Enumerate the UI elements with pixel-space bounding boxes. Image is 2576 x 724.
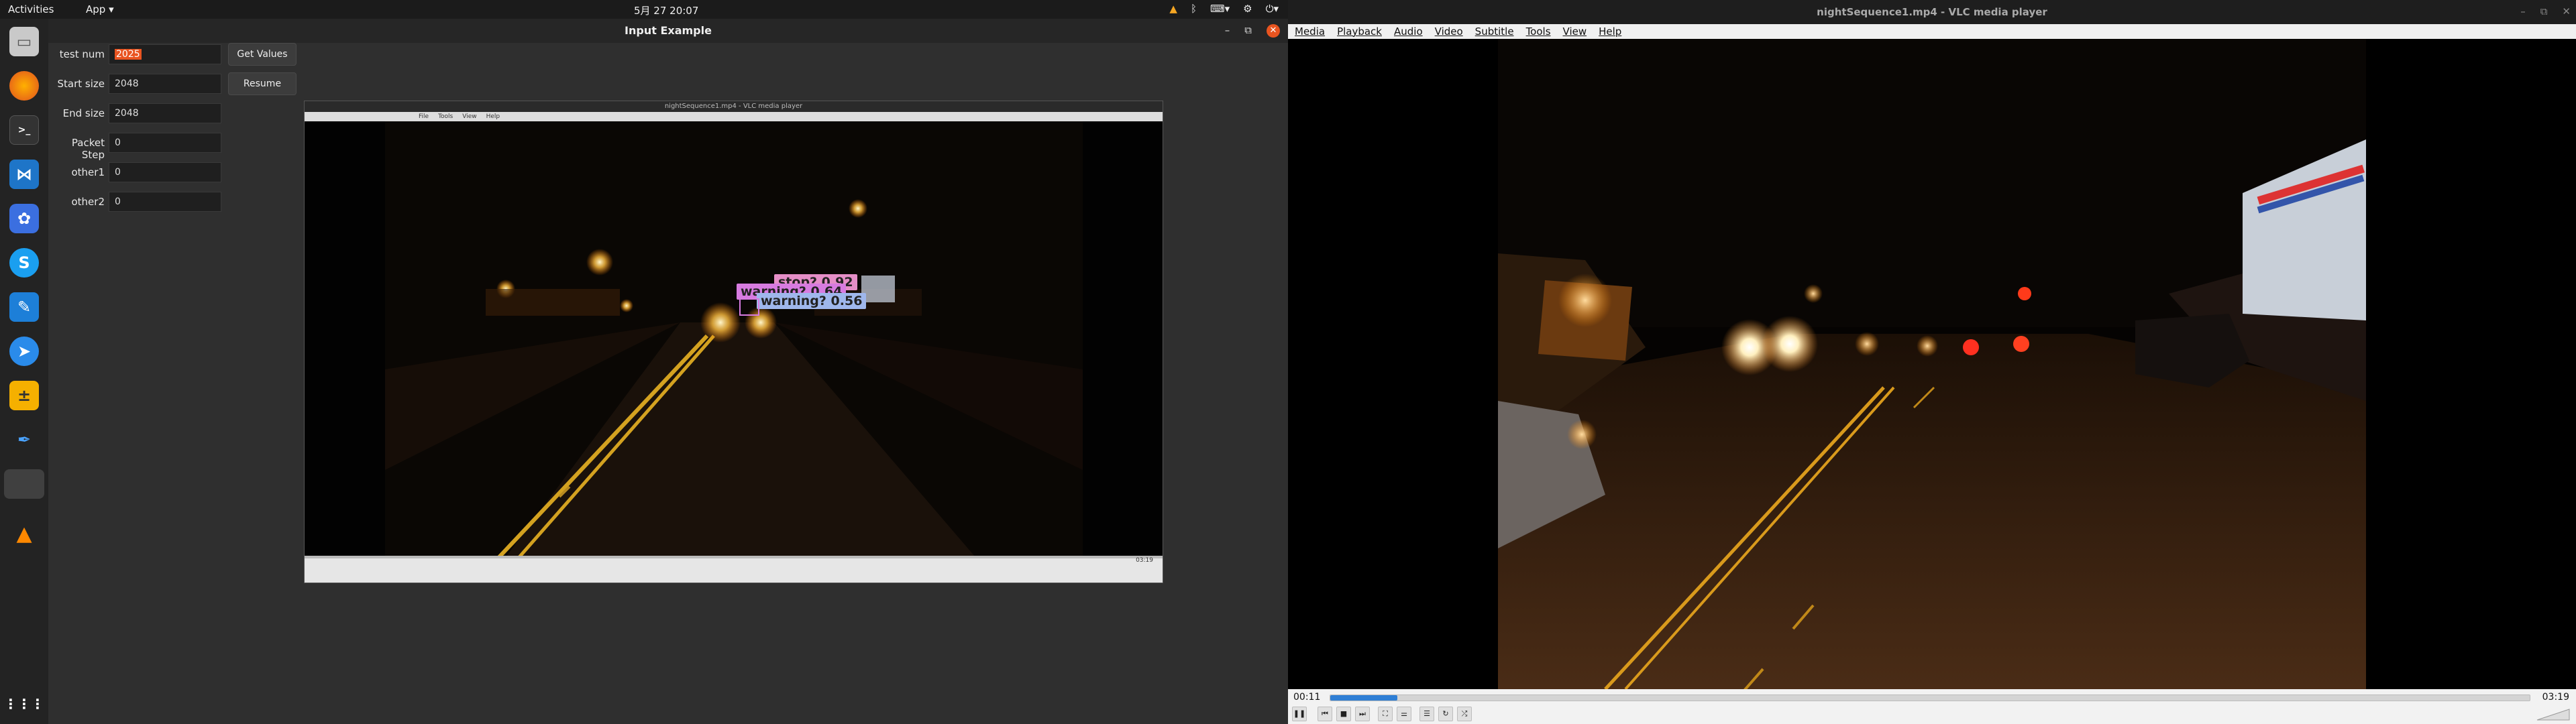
field-label: End size — [62, 107, 105, 119]
shuffle-icon[interactable]: ⤮ — [1457, 707, 1472, 721]
mini-menu-item[interactable]: File — [419, 112, 429, 121]
vlc-icon[interactable]: ▲ — [9, 519, 39, 548]
warning-icon[interactable]: ▲ — [1169, 3, 1177, 15]
vlc-controller: 00:11 03:19 ❚❚ ⏮ ■ ⏭ ⛶ ⚌ ☰ ↻ ⤮ — [1288, 689, 2576, 724]
menu-tools[interactable]: Tools — [1526, 24, 1551, 39]
total-time: 03:19 — [2542, 692, 2569, 703]
firefox-icon[interactable] — [9, 71, 39, 101]
stop-icon[interactable]: ■ — [1336, 707, 1351, 721]
maximize-icon[interactable]: ⧉ — [1244, 24, 1252, 38]
close-icon[interactable]: ✕ — [2562, 5, 2571, 17]
mini-video-frame: stop? 0.92 warning? 0.64 warning? 0.56 — [305, 121, 1163, 557]
mini-progress-bar[interactable] — [305, 556, 1163, 558]
menu-subtitle[interactable]: Subtitle — [1475, 24, 1514, 39]
field-label: other2 — [71, 196, 105, 208]
volume-slider[interactable] — [2530, 708, 2571, 721]
test-num-input[interactable]: 2025 — [109, 44, 221, 64]
video-frame — [1498, 39, 2366, 689]
vlc-window-controls: – ⧉ ✕ — [2520, 5, 2571, 17]
end-size-input[interactable]: 2048 — [109, 103, 221, 123]
clock[interactable]: 5月 27 20:07 — [634, 3, 698, 17]
window-title: Input Example — [48, 19, 1288, 43]
vlc-window: nightSequence1.mp4 - VLC media player – … — [1288, 0, 2576, 724]
elapsed-time: 00:11 — [1293, 692, 1321, 703]
vlc-video-area[interactable] — [1288, 39, 2576, 689]
night-road-video — [1498, 39, 2366, 689]
detection-label-warning: warning? 0.56 — [757, 293, 867, 309]
cloud-app-icon[interactable]: ✿ — [9, 204, 39, 233]
playback-controls: ❚❚ ⏮ ■ ⏭ ⛶ ⚌ ☰ ↻ ⤮ — [1292, 707, 1472, 721]
show-apps-icon[interactable]: ⋮⋮⋮ — [4, 689, 44, 719]
vlc-title: nightSequence1.mp4 - VLC media player — [1288, 0, 2576, 24]
get-values-button[interactable]: Get Values — [228, 43, 297, 66]
network-icon[interactable]: ⚙ — [1243, 3, 1252, 15]
field-label: Packet Step — [71, 137, 105, 161]
start-size-input[interactable]: 2048 — [109, 74, 221, 94]
activities-button[interactable]: Activities — [8, 3, 54, 15]
top-bar: Activities App ▾ 5月 27 20:07 ▲ ᛒ ⌨▾ ⚙ ⏻▾ — [0, 0, 1288, 19]
running-app-icon[interactable] — [4, 469, 44, 499]
mini-vlc-menu: File Tools View Help — [305, 112, 1163, 121]
detection-box — [739, 298, 759, 316]
field-label: test num — [59, 48, 105, 60]
field-label: Start size — [57, 78, 105, 90]
next-icon[interactable]: ⏭ — [1355, 707, 1370, 721]
calculator-icon[interactable]: ± — [9, 381, 39, 410]
menu-playback[interactable]: Playback — [1337, 24, 1382, 39]
packet-step-input[interactable]: 0 — [109, 133, 221, 153]
terminal-icon[interactable]: >_ — [9, 115, 39, 145]
fullscreen-icon[interactable]: ⛶ — [1378, 707, 1393, 721]
previous-icon[interactable]: ⏮ — [1318, 707, 1332, 721]
other1-input[interactable]: 0 — [109, 162, 221, 182]
minimize-icon[interactable]: – — [2520, 5, 2526, 17]
volume-icon — [2536, 709, 2570, 721]
other2-input[interactable]: 0 — [109, 192, 221, 212]
extended-settings-icon[interactable]: ⚌ — [1397, 707, 1411, 721]
restore-icon[interactable]: ⧉ — [2540, 5, 2548, 17]
vlc-menubar: Media Playback Audio Video Subtitle Tool… — [1288, 24, 2576, 39]
vscode-icon[interactable]: ⋈ — [9, 160, 39, 189]
night-street-scene — [305, 121, 1163, 557]
field-label: other1 — [71, 166, 105, 178]
skype-icon[interactable]: S — [9, 248, 39, 278]
files-icon[interactable]: ▭ — [9, 27, 39, 56]
input-method-icon[interactable]: ⌨▾ — [1210, 3, 1230, 15]
menu-view[interactable]: View — [1563, 24, 1587, 39]
mini-vlc-title: nightSequence1.mp4 - VLC media player — [305, 101, 1163, 112]
mini-menu-item[interactable]: Help — [486, 112, 500, 121]
embedded-vlc-preview: nightSequence1.mp4 - VLC media player Fi… — [304, 101, 1163, 583]
menu-audio[interactable]: Audio — [1394, 24, 1423, 39]
seek-bar[interactable] — [1330, 695, 2530, 701]
message-app-icon[interactable]: ➤ — [9, 337, 39, 366]
mini-menu-item[interactable]: Tools — [438, 112, 453, 121]
playlist-icon[interactable]: ☰ — [1419, 707, 1434, 721]
power-icon[interactable]: ⏻▾ — [1266, 3, 1279, 15]
resume-button[interactable]: Resume — [228, 72, 297, 95]
system-tray[interactable]: ▲ ᛒ ⌨▾ ⚙ ⏻▾ — [1169, 3, 1279, 15]
bluetooth-icon[interactable]: ᛒ — [1191, 3, 1197, 15]
menu-media[interactable]: Media — [1295, 24, 1325, 39]
minimize-icon[interactable]: – — [1225, 24, 1230, 38]
seek-bar-fill — [1330, 695, 1398, 701]
mini-menu-item[interactable]: View — [462, 112, 476, 121]
menu-video[interactable]: Video — [1435, 24, 1463, 39]
menu-help[interactable]: Help — [1599, 24, 1621, 39]
mini-time-end: 03:19 — [1136, 557, 1153, 564]
mini-vlc-controls: 03:19 — [305, 556, 1163, 583]
pen-tool-icon[interactable]: ✒ — [9, 425, 39, 455]
pause-icon[interactable]: ❚❚ — [1292, 707, 1307, 721]
feishu-icon[interactable]: ✎ — [9, 292, 39, 322]
left-desktop: Activities App ▾ 5月 27 20:07 ▲ ᛒ ⌨▾ ⚙ ⏻▾… — [0, 0, 1288, 724]
dock: ▭ >_ ⋈ ✿ S ✎ ➤ ± ✒ ▲ ⋮⋮⋮ — [0, 19, 48, 724]
app-menu-button[interactable]: App ▾ — [86, 3, 114, 15]
close-icon[interactable]: ✕ — [1267, 24, 1280, 38]
loop-icon[interactable]: ↻ — [1438, 707, 1453, 721]
input-example-window: Input Example – ⧉ ✕ test num 2025 Start … — [48, 19, 1288, 724]
window-controls: – ⧉ ✕ — [1225, 24, 1280, 38]
